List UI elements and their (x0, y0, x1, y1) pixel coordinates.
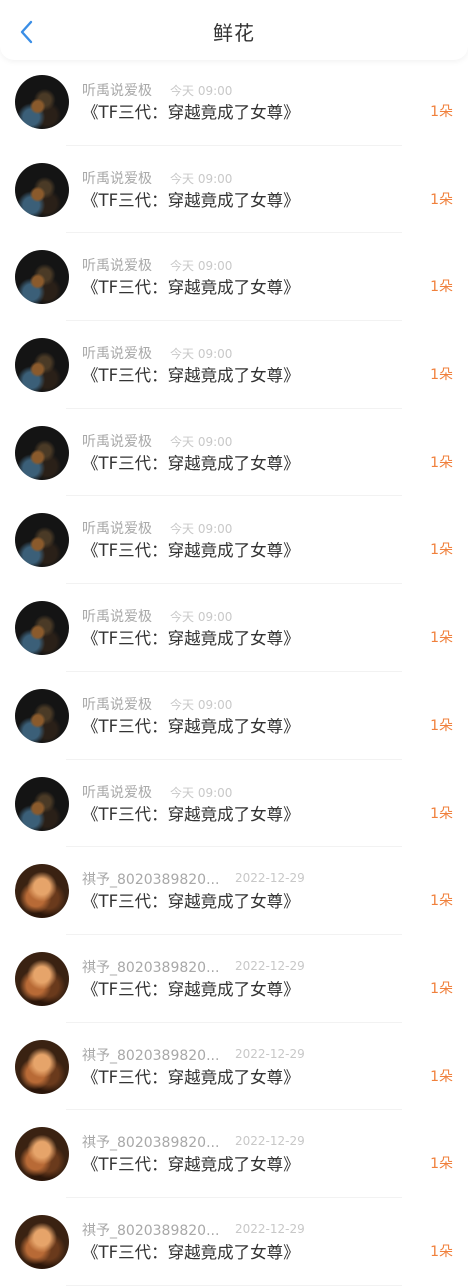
page-title: 鲜花 (213, 21, 255, 45)
avatar[interactable] (15, 425, 69, 480)
avatar[interactable] (15, 513, 69, 568)
flower-count: 1朵 (430, 279, 453, 296)
list-item[interactable]: 祺予_8020389820... 2022-12-29 《TF三代：穿越竟成了女尊》… (0, 935, 468, 1023)
avatar[interactable] (15, 1039, 69, 1094)
flower-count: 1朵 (430, 542, 453, 559)
timestamp: 今天 09:00 (170, 697, 233, 712)
user-name[interactable]: 听禹说爱极 (82, 431, 152, 451)
timestamp: 今天 09:00 (170, 84, 233, 98)
avatar[interactable] (15, 776, 69, 831)
flower-count: 1朵 (430, 630, 453, 647)
flower-count: 1朵 (430, 805, 453, 822)
avatar[interactable] (15, 1127, 69, 1182)
list-item[interactable]: 听禹说爱极 今天 09:00 《TF三代：穿越竟成了女尊》 1朵 (0, 233, 468, 322)
book-title: 《TF三代：穿越竟成了女尊》 (82, 103, 300, 122)
list-item[interactable]: 祺予_8020389820... 2022-12-29 《TF三代：穿越竟成了女尊》… (0, 1110, 468, 1198)
list-item[interactable]: 听禹说爱极 今天 09:00 《TF三代：穿越竟成了女尊》 1朵 (0, 409, 468, 497)
user-name[interactable]: 听禹说爱极 (82, 80, 152, 100)
user-name[interactable]: 听禹说爱极 (82, 518, 152, 538)
list-item[interactable]: 祺予_8020389820... 2022-12-29 《TF三代：穿越竟成了女尊》… (0, 847, 468, 935)
timestamp: 今天 09:00 (170, 347, 233, 362)
flower-count: 1朵 (430, 717, 453, 734)
flower-count: 1朵 (430, 980, 453, 997)
flower-count: 1朵 (430, 1068, 453, 1085)
flower-record-list: 听禹说爱极 今天 09:00 《TF三代：穿越竟成了女尊》 1朵 听禹说爱极 今天 09:… (0, 58, 468, 1286)
avatar[interactable] (15, 688, 69, 743)
avatar[interactable] (15, 75, 69, 129)
book-title: 《TF三代：穿越竟成了女尊》 (82, 1155, 300, 1175)
avatar[interactable] (15, 338, 69, 393)
user-name[interactable]: 祺予_8020389820... (82, 957, 219, 977)
user-name[interactable]: 祺予_8020389820... (82, 869, 219, 889)
user-name[interactable]: 听禹说爱极 (82, 168, 152, 188)
list-item[interactable]: 听禹说爱极 今天 09:00 《TF三代：穿越竟成了女尊》 1朵 (0, 146, 468, 234)
list-item[interactable]: 听禹说爱极 今天 09:00 《TF三代：穿越竟成了女尊》 1朵 (0, 584, 468, 672)
flower-count: 1朵 (430, 1243, 453, 1260)
divider (66, 1284, 402, 1286)
avatar[interactable] (15, 250, 69, 305)
book-title: 《TF三代：穿越竟成了女尊》 (82, 366, 300, 386)
avatar[interactable] (15, 162, 69, 217)
avatar[interactable] (15, 1214, 69, 1269)
book-title: 《TF三代：穿越竟成了女尊》 (82, 629, 300, 649)
user-name[interactable]: 听禹说爱极 (82, 606, 152, 626)
flower-count: 1朵 (430, 104, 453, 120)
book-title: 《TF三代：穿越竟成了女尊》 (82, 892, 300, 912)
book-title: 《TF三代：穿越竟成了女尊》 (82, 979, 300, 999)
timestamp: 2022-12-29 (235, 958, 305, 973)
list-item[interactable]: 听禹说爱极 今天 09:00 《TF三代：穿越竟成了女尊》 1朵 (0, 496, 468, 585)
book-title: 《TF三代：穿越竟成了女尊》 (82, 716, 300, 736)
book-title: 《TF三代：穿越竟成了女尊》 (82, 1242, 300, 1262)
book-title: 《TF三代：穿越竟成了女尊》 (82, 453, 300, 473)
timestamp: 今天 09:00 (170, 610, 233, 625)
user-name[interactable]: 听禹说爱极 (82, 782, 152, 802)
avatar[interactable] (15, 951, 69, 1006)
book-title: 《TF三代：穿越竟成了女尊》 (82, 190, 300, 210)
timestamp: 2022-12-29 (235, 871, 305, 886)
book-title: 《TF三代：穿越竟成了女尊》 (82, 804, 300, 824)
avatar[interactable] (15, 601, 69, 656)
user-name[interactable]: 祺予_8020389820... (82, 1220, 219, 1240)
timestamp: 今天 09:00 (170, 259, 233, 274)
user-name[interactable]: 祺予_8020389820... (82, 1132, 219, 1152)
timestamp: 2022-12-29 (235, 1134, 305, 1149)
flower-count: 1朵 (430, 367, 453, 384)
list-item[interactable]: 听禹说爱极 今天 09:00 《TF三代：穿越竟成了女尊》 1朵 (0, 672, 468, 760)
flower-count: 1朵 (430, 893, 453, 910)
timestamp: 今天 09:00 (170, 434, 233, 449)
flower-count: 1朵 (430, 191, 453, 208)
list-item[interactable]: 听禹说爱极 今天 09:00 《TF三代：穿越竟成了女尊》 1朵 (0, 321, 468, 409)
timestamp: 2022-12-29 (235, 1221, 305, 1236)
list-item[interactable]: 祺予_8020389820... 2022-12-29 《TF三代：穿越竟成了女尊》… (0, 1023, 468, 1111)
timestamp: 今天 09:00 (170, 785, 233, 800)
timestamp: 今天 09:00 (170, 171, 233, 186)
timestamp: 2022-12-29 (235, 1046, 305, 1061)
user-name[interactable]: 听禹说爱极 (82, 255, 152, 275)
book-title: 《TF三代：穿越竟成了女尊》 (82, 278, 300, 298)
user-name[interactable]: 听禹说爱极 (82, 694, 152, 714)
timestamp: 今天 09:00 (170, 522, 233, 537)
book-title: 《TF三代：穿越竟成了女尊》 (82, 541, 300, 561)
list-item[interactable]: 听禹说爱极 今天 09:00 《TF三代：穿越竟成了女尊》 1朵 (0, 58, 468, 146)
list-item[interactable]: 祺予_8020389820... 2022-12-29 《TF三代：穿越竟成了女尊》… (0, 1198, 468, 1286)
avatar[interactable] (15, 864, 69, 919)
user-name[interactable]: 听禹说爱极 (82, 343, 152, 363)
user-name[interactable]: 祺予_8020389820... (82, 1045, 219, 1065)
flower-count: 1朵 (430, 1156, 453, 1173)
top-bar: 鲜花 (0, 0, 468, 60)
list-item[interactable]: 听禹说爱极 今天 09:00 《TF三代：穿越竟成了女尊》 1朵 (0, 760, 468, 848)
flower-count: 1朵 (430, 454, 453, 471)
book-title: 《TF三代：穿越竟成了女尊》 (82, 1067, 300, 1087)
